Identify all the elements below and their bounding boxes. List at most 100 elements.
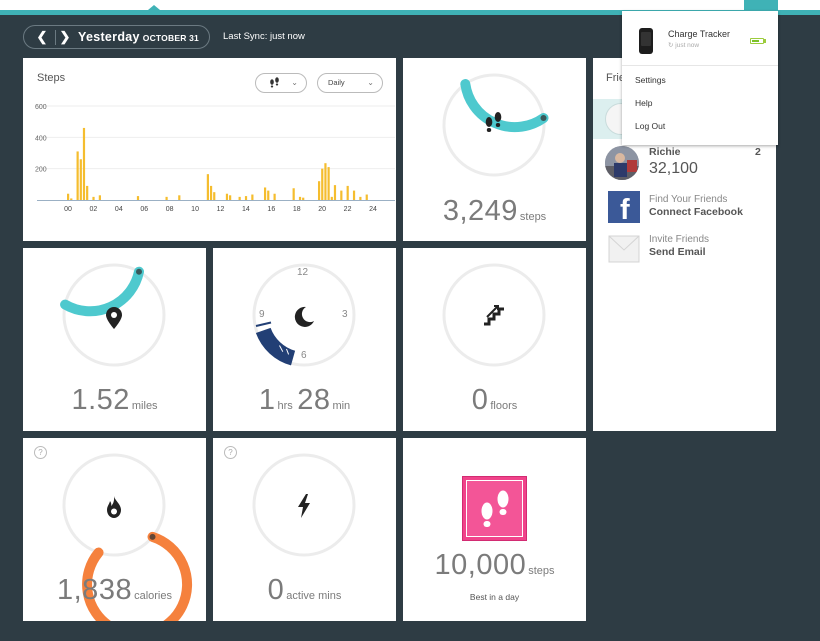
x-tick-label: 14 — [242, 206, 250, 213]
bar — [324, 163, 327, 200]
bar — [333, 185, 337, 200]
friend-rank: 2 — [755, 146, 761, 158]
y-tick-label: 200 — [35, 167, 47, 174]
friend-photo — [605, 146, 639, 180]
lightning-icon — [298, 494, 310, 518]
avatar[interactable] — [605, 146, 639, 180]
calories-value: 1,838 calories — [57, 574, 172, 606]
envelope-icon[interactable] — [608, 234, 640, 264]
bar — [229, 195, 232, 200]
bar — [292, 188, 295, 200]
sync-icon: ↻ — [668, 42, 674, 49]
bar — [82, 127, 86, 200]
date-navigator: ❮ ❯ Yesterday OCTOBER 31 — [23, 25, 210, 49]
envelope-shape — [608, 235, 640, 263]
x-tick-label: 00 — [64, 206, 72, 213]
x-tick-label: 04 — [115, 206, 123, 213]
y-tick-label: 600 — [35, 104, 47, 111]
facebook-icon[interactable]: f — [608, 191, 640, 226]
tracker-device-icon — [639, 28, 653, 54]
ring-end-dot — [136, 268, 142, 275]
bar — [340, 190, 343, 200]
bar — [206, 174, 209, 200]
bar — [165, 196, 168, 200]
menu-item-help[interactable]: Help — [635, 98, 652, 108]
device-sync-status: ↻ just now — [668, 42, 700, 49]
bar — [67, 193, 70, 200]
bar — [79, 159, 82, 200]
active-minutes-value: 0 active mins — [267, 574, 342, 606]
friend-name[interactable]: Richie — [649, 146, 681, 158]
moon-icon — [294, 306, 314, 327]
bar — [136, 196, 140, 200]
active-minutes-tile[interactable]: ? 0 active mins — [213, 438, 396, 621]
location-pin-icon — [106, 307, 122, 329]
bar — [225, 193, 229, 200]
distance-tile[interactable]: 1.52 miles — [23, 248, 206, 431]
x-tick-label: 02 — [90, 206, 98, 213]
last-sync-label: Last Sync: just now — [223, 31, 305, 42]
battery-icon — [750, 38, 764, 44]
bar — [244, 196, 248, 200]
bar — [263, 187, 267, 200]
bar — [352, 190, 356, 200]
x-tick-label: 12 — [217, 206, 225, 213]
date-subtitle: OCTOBER 31 — [142, 33, 199, 43]
menu-item-log-out[interactable]: Log Out — [635, 121, 665, 131]
bar — [298, 196, 302, 200]
bar — [70, 198, 73, 200]
bar — [213, 192, 216, 200]
steps-value: 3,249 steps — [442, 195, 547, 227]
x-tick-label: 06 — [140, 206, 148, 213]
sleep-tile[interactable]: 12 3 6 9 1 hrs 28 min — [213, 248, 396, 431]
steps-bar-chart: 600 400 200 00 02 04 06 08 10 12 14 16 18 20 22 24 — [35, 104, 395, 213]
flame-icon — [107, 496, 121, 518]
footprints-icon — [481, 490, 509, 527]
send-email-link[interactable]: Send Email — [649, 246, 706, 258]
chevron-right-icon[interactable]: ❯ — [57, 29, 73, 45]
x-tick-label: 10 — [191, 206, 199, 213]
y-tick-label: 400 — [35, 135, 47, 142]
top-bar — [0, 0, 820, 10]
steps-tile[interactable]: 3,249 steps — [403, 58, 586, 241]
steps-chart-tile: Steps ⌄ Daily ⌄ 600 400 200 00 02 04 06 08 10 12 1… — [23, 58, 396, 241]
bar — [267, 190, 270, 200]
best-steps-value: 10,000 steps — [434, 549, 555, 581]
account-dropdown-menu: Charge Tracker ↻ just now Settings Help … — [622, 11, 778, 145]
clock-label-3: 3 — [342, 309, 348, 320]
ring-end-dot — [149, 533, 156, 540]
x-tick-label: 22 — [344, 206, 352, 213]
connect-facebook-link[interactable]: Connect Facebook — [649, 206, 743, 218]
friend-steps: 32,100 — [649, 160, 698, 177]
x-tick-label: 16 — [267, 206, 275, 213]
clock-label-12: 12 — [297, 267, 309, 278]
stairs-icon — [484, 305, 504, 326]
sleep-value: 1 hrs 28 min — [258, 384, 351, 416]
bar — [321, 168, 324, 200]
find-friends-label: Find Your Friends — [649, 194, 728, 205]
top-bar-pointer — [148, 5, 160, 10]
floors-value: 0 floors — [471, 384, 518, 416]
x-tick-label: 08 — [166, 206, 174, 213]
calories-tile[interactable]: ? 1,838 calories — [23, 438, 206, 621]
bar — [346, 185, 349, 200]
distance-value: 1.52 miles — [71, 384, 158, 416]
floors-tile[interactable]: 0 floors — [403, 248, 586, 431]
best-day-caption: Best in a day — [469, 592, 520, 602]
menu-divider — [622, 65, 778, 66]
battery-tip — [764, 39, 766, 43]
bar — [317, 181, 321, 200]
bar — [327, 167, 330, 200]
x-tick-label: 24 — [369, 206, 377, 213]
clock-label-6: 6 — [301, 350, 307, 361]
clock-label-9: 9 — [259, 309, 265, 320]
bar — [209, 185, 213, 200]
chevron-left-icon[interactable]: ❮ — [34, 29, 50, 45]
bar — [86, 185, 89, 200]
nav-divider — [55, 30, 56, 45]
invite-friends-label: Invite Friends — [649, 234, 710, 245]
battery-level — [752, 40, 759, 42]
bar — [76, 151, 79, 200]
x-tick-label: 20 — [318, 206, 326, 213]
menu-item-settings[interactable]: Settings — [635, 75, 666, 85]
